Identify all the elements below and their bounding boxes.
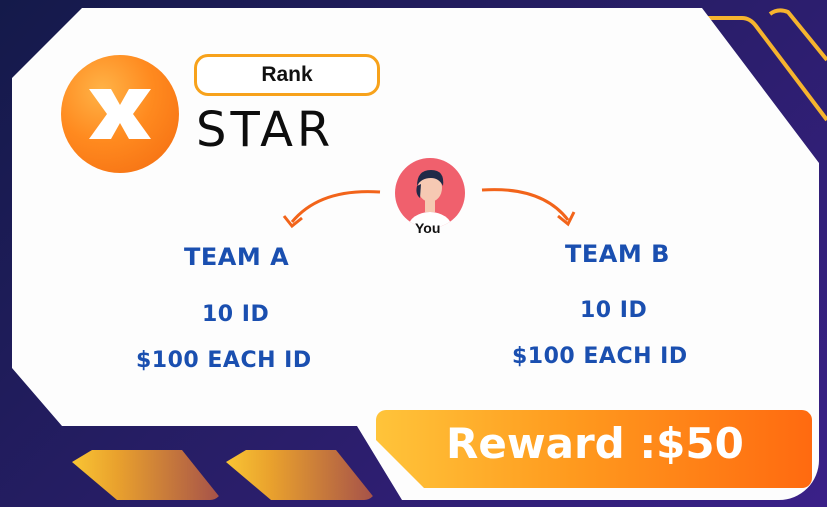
team-b-ids: 10 ID (580, 298, 648, 323)
team-b-name: TEAM B (565, 240, 670, 268)
rank-badge: Rank (194, 54, 380, 96)
reward-text: Reward :$50 (446, 419, 744, 468)
decorative-shape-right (226, 450, 376, 500)
user-avatar-icon (395, 158, 465, 228)
team-a-name: TEAM A (184, 243, 290, 271)
rank-title: STAR (196, 102, 335, 158)
rank-card-graphic: Rank STAR You TEAM A 10 ID $100 EACH ID … (0, 0, 827, 507)
x-logo-icon (61, 55, 179, 173)
decorative-shape-left (72, 450, 222, 500)
you-label: You (415, 220, 441, 236)
team-a-ids: 10 ID (202, 302, 270, 327)
team-a-price: $100 EACH ID (136, 348, 312, 373)
team-b-price: $100 EACH ID (512, 344, 688, 369)
